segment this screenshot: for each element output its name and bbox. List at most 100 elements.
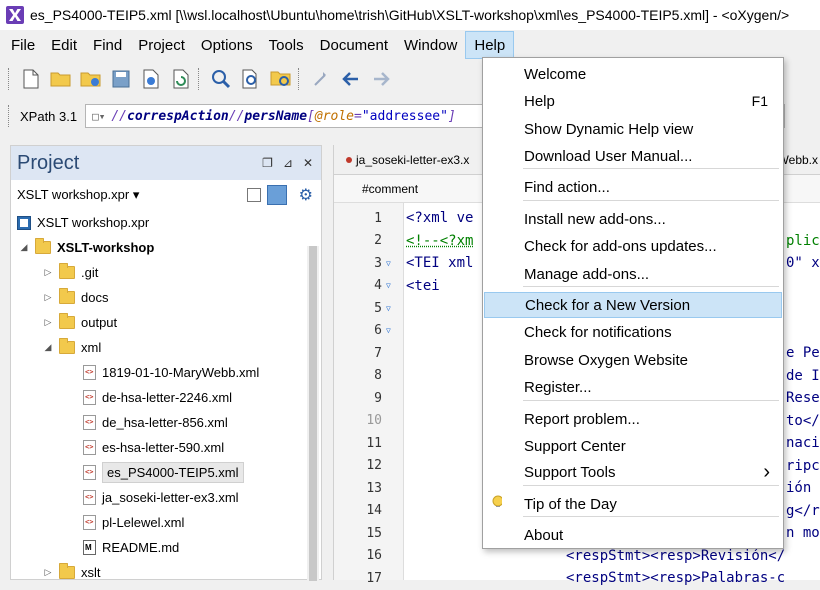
xpath-version-select[interactable]: XPath 3.1 [20,109,77,124]
menu-window[interactable]: Window [396,31,465,59]
find-in-files-button[interactable] [239,67,263,91]
tree-item[interactable]: 1819-01-10-MaryWebb.xml [11,360,321,385]
collapse-all-icon[interactable] [246,188,261,202]
xml-file-icon [83,440,96,455]
project-scrollbar[interactable] [307,246,319,581]
forward-button[interactable] [369,67,393,91]
help-menu-item[interactable]: Browse Oxygen Website [484,347,782,373]
tree-item[interactable]: ▷ xslt [11,560,321,585]
help-menu-item[interactable]: Check for notifications [484,319,782,345]
tree-item[interactable]: pl-Lelewel.xml [11,510,321,535]
line-number: 11 [366,435,382,451]
line-number: 8 [374,368,382,384]
tree-item[interactable]: ▷ .git [11,260,321,285]
tree-item[interactable]: es-hsa-letter-590.xml [11,435,321,460]
help-menu-item[interactable]: Register... [484,374,782,400]
collapsed-triangle-icon[interactable]: ▷ [41,267,55,278]
help-menu-item[interactable]: Support Tools › [484,459,782,485]
tree-item[interactable]: es_PS4000-TEIP5.xml [11,460,321,485]
restore-icon[interactable]: ❐ [262,156,273,170]
menu-file[interactable]: File [3,31,43,59]
help-menu-item[interactable]: Help F1 [484,88,782,114]
open-url-button[interactable] [79,67,103,91]
collapsed-triangle-icon[interactable]: ▷ [41,567,55,578]
menu-item-label: Show Dynamic Help view [524,120,694,138]
menu-document[interactable]: Document [312,31,396,59]
fold-toggle-icon[interactable]: ▽ [386,281,398,290]
tab-ja-soseki[interactable]: ja_soseki-letter-ex3.x [356,153,469,167]
expanded-triangle-icon[interactable]: ◢ [41,342,55,353]
line-number: 15 [366,525,382,541]
menu-item-shortcut: F1 [751,93,768,109]
help-menu-item[interactable]: Check for a New Version [484,292,782,318]
help-menu-item[interactable]: Check for add-ons updates... [484,233,782,259]
menu-item-label: Report problem... [524,410,640,428]
menu-edit[interactable]: Edit [43,31,85,59]
close-icon[interactable]: ✕ [303,156,313,170]
back-button[interactable] [339,67,363,91]
menu-project[interactable]: Project [130,31,193,59]
tree-item[interactable]: de_hsa-letter-856.xml [11,410,321,435]
link-with-editor-icon[interactable] [266,185,287,205]
help-menu-item[interactable]: Show Dynamic Help view [484,116,782,142]
menu-item-label: Check for notifications [524,323,672,341]
menu-separator [523,200,779,201]
xpath-history-icon[interactable]: □▾ [92,110,105,123]
expanded-triangle-icon[interactable]: ◢ [17,242,31,253]
fold-toggle-icon[interactable]: ▽ [386,304,398,313]
help-menu-item[interactable]: Find action... [484,174,782,200]
tree-item-label: xml [81,340,102,355]
tree-item[interactable]: ja_soseki-letter-ex3.xml [11,485,321,510]
code-fragment: naci [786,435,820,451]
menu-item-label: Check for add-ons updates... [524,237,717,255]
collapsed-triangle-icon[interactable]: ▷ [41,317,55,328]
last-edit-button[interactable] [309,67,333,91]
help-menu-item[interactable]: Tip of the Day [484,491,782,517]
tree-item[interactable]: ▷ docs [11,285,321,310]
pin-icon[interactable]: ⊿ [283,156,293,170]
menu-item-label: Browse Oxygen Website [524,351,688,369]
menu-options[interactable]: Options [193,31,261,59]
menu-find[interactable]: Find [85,31,130,59]
tree-item[interactable]: ◢ xml [11,335,321,360]
tree-item[interactable]: ▷ output [11,310,321,335]
find-button[interactable] [209,67,233,91]
toolbar-grip [8,105,10,127]
help-menu-item[interactable]: Download User Manual... [484,143,782,169]
fold-toggle-icon[interactable]: ▽ [386,259,398,268]
find-in-project-button[interactable] [269,67,293,91]
tree-item[interactable]: de-hsa-letter-2246.xml [11,385,321,410]
breadcrumb-item[interactable]: #comment [362,182,418,196]
project-selector[interactable]: XSLT workshop.xpr ▾ [17,187,139,203]
tree-item[interactable]: README.md [11,535,321,560]
help-menu-item[interactable]: Install new add-ons... [484,206,782,232]
save-all-button[interactable] [139,67,163,91]
scrollbar-thumb[interactable] [309,246,317,581]
folder-icon [59,313,75,329]
menu-item-label: Help [524,92,555,110]
window-title: es_PS4000-TEIP5.xml [\\wsl.localhost\Ubu… [30,7,790,23]
open-file-button[interactable] [49,67,73,91]
menu-item-label: Support Center [524,437,626,455]
reload-button[interactable] [169,67,193,91]
gear-icon[interactable]: ⚙ [299,185,313,205]
collapsed-triangle-icon[interactable]: ▷ [41,292,55,303]
tree-item[interactable]: ◢ XSLT-workshop [11,235,321,260]
help-menu-item[interactable]: Support Center [484,433,782,459]
menu-help[interactable]: Help [465,31,515,59]
help-menu-item[interactable]: Manage add-ons... [484,261,782,287]
project-file-name: XSLT workshop.xpr [17,187,130,202]
save-button[interactable] [109,67,133,91]
help-menu-item[interactable]: Report problem... [484,406,782,432]
menu-item-label: Download User Manual... [524,147,693,165]
menu-tools[interactable]: Tools [261,31,312,59]
help-menu-item[interactable]: Welcome [484,61,782,87]
tree-item[interactable]: XSLT workshop.xpr [11,210,321,235]
new-file-button[interactable] [19,67,43,91]
find-in-files-icon [242,69,257,89]
code-fragment: e Pe [786,345,820,361]
help-menu-item[interactable]: About [484,522,782,548]
line-number: 6 [374,323,382,339]
menu-separator [523,516,779,517]
fold-toggle-icon[interactable]: ▽ [386,326,398,335]
